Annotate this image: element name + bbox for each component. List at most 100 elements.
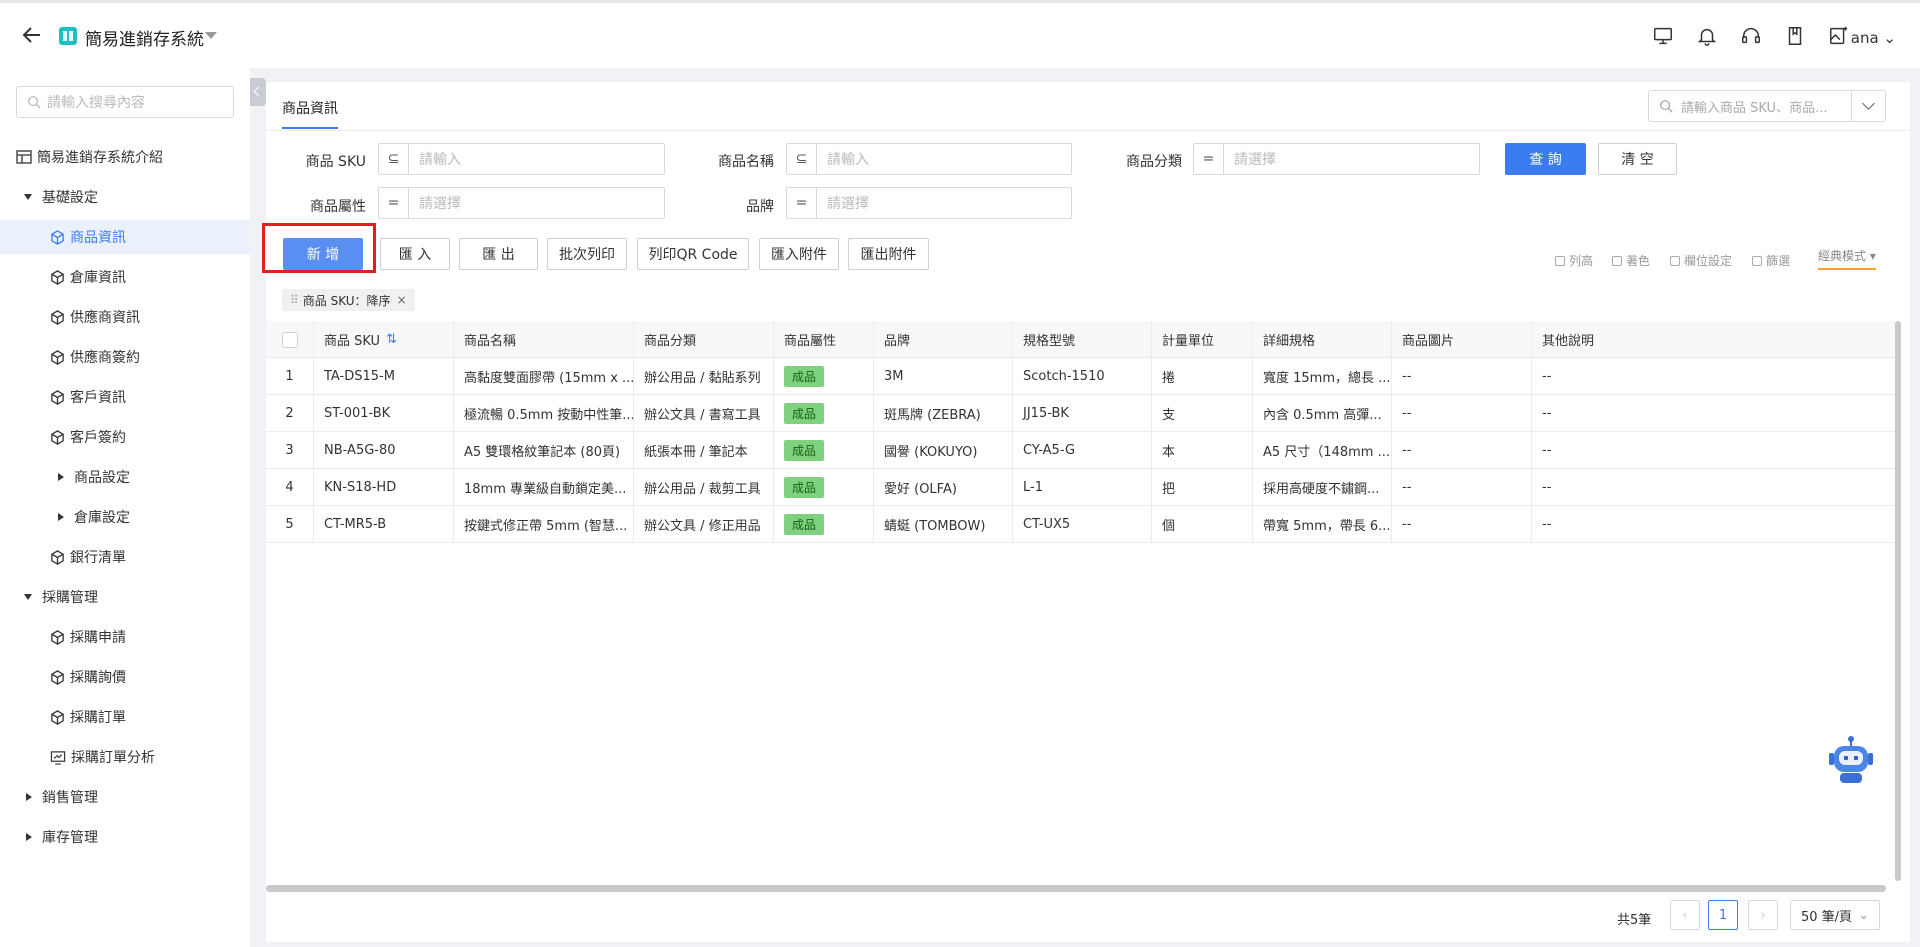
column-header-brand[interactable]: 品牌 — [874, 321, 1013, 358]
cell-image: -- — [1392, 469, 1532, 506]
sidebar-group-sales[interactable]: 銷售管理 — [0, 780, 250, 814]
sidebar-item-label: 銀行清單 — [70, 550, 126, 566]
sort-tag-label: 商品 SKU：降序 — [302, 293, 391, 308]
cube-icon — [51, 709, 64, 725]
cell-unit: 支 — [1152, 395, 1253, 432]
select-all-checkbox[interactable] — [281, 331, 298, 348]
column-header-unit[interactable]: 計量單位 — [1152, 321, 1253, 358]
table-row[interactable]: 3 NB-A5G-80 A5 雙環格紋筆記本 (80頁) 紙張本冊 / 筆記本 成品 國譽… — [266, 432, 1898, 469]
clear-button[interactable]: 清 空 — [1598, 143, 1677, 175]
sidebar-item-purchase-order[interactable]: 採購訂單 — [0, 700, 250, 734]
column-header-model[interactable]: 規格型號 — [1013, 321, 1152, 358]
sidebar-group-purchase[interactable]: 採購管理 — [0, 580, 250, 614]
query-button[interactable]: 查 詢 — [1505, 143, 1586, 175]
sidebar-item-supplier-contract[interactable]: 供應商簽約 — [0, 340, 250, 374]
sort-tag[interactable]: ⠿ 商品 SKU：降序 × — [282, 289, 415, 311]
sidebar-group-basic[interactable]: 基礎設定 — [0, 180, 250, 214]
sidebar-item-purchase-request[interactable]: 採購申請 — [0, 620, 250, 654]
sidebar-item-label: 商品資訊 — [70, 230, 126, 246]
sidebar-group-product-settings[interactable]: 商品設定 — [0, 460, 250, 494]
prev-page-button[interactable]: ‹ — [1670, 900, 1700, 930]
operator-equals[interactable]: = — [1194, 144, 1224, 174]
filter-brand-placeholder: 請選擇 — [827, 196, 869, 212]
image-add-icon[interactable] — [1828, 25, 1850, 47]
column-header-sku[interactable]: 商品 SKU ⇅ — [314, 321, 454, 358]
table-row[interactable]: 5 CT-MR5-B 按鍵式修正帶 5mm (智慧... 辦公文具 / 修正用品 成品 蜻… — [266, 506, 1898, 543]
table-row[interactable]: 4 KN-S18-HD 18mm 專業級自動鎖定美... 辦公用品 / 裁剪工具 成品 愛… — [266, 469, 1898, 506]
operator-contains[interactable]: ⊆ — [787, 144, 817, 174]
cell-brand: 3M — [874, 358, 1013, 395]
table-row[interactable]: 1 TA-DS15-M 高黏度雙面膠帶 (15mm x ... 辦公用品 / 黏貼系列… — [266, 358, 1898, 395]
sidebar-search-input[interactable]: 請輸入搜尋內容 — [16, 86, 234, 118]
table-row[interactable]: 2 ST-001-BK 極流暢 0.5mm 按動中性筆... 辦公文具 / 書寫工具成… — [266, 395, 1898, 432]
monitor-icon[interactable] — [1652, 25, 1674, 47]
sidebar-item-purchase-inquiry[interactable]: 採購詢價 — [0, 660, 250, 694]
column-header-spec[interactable]: 詳細規格 — [1253, 321, 1392, 358]
next-page-button[interactable]: › — [1748, 900, 1778, 930]
color-tool[interactable]: 著色 — [1612, 252, 1650, 269]
headset-icon[interactable] — [1740, 25, 1762, 47]
sidebar-item-warehouse-info[interactable]: 倉庫資訊 — [0, 260, 250, 294]
operator-equals[interactable]: = — [379, 188, 409, 218]
filter-sku-input[interactable]: ⊆ 請輸入 — [378, 143, 665, 175]
export-attachment-button[interactable]: 匯出附件 — [848, 238, 929, 270]
column-header-attr[interactable]: 商品屬性 — [774, 321, 874, 358]
bell-icon[interactable] — [1696, 25, 1718, 47]
sidebar-item-label: 供應商簽約 — [70, 350, 140, 366]
sort-desc-icon[interactable]: ⇅ — [386, 332, 397, 347]
search-icon — [28, 96, 41, 109]
back-arrow-icon[interactable] — [20, 23, 44, 47]
filter-attr-select[interactable]: = 請選擇 — [378, 187, 665, 219]
row-number-cell: 3 — [266, 432, 314, 469]
filter-tool[interactable]: 篩選 — [1752, 252, 1790, 269]
page-button-current[interactable]: 1 — [1708, 900, 1738, 930]
filter-category-select[interactable]: = 請選擇 — [1193, 143, 1480, 175]
batch-print-button[interactable]: 批次列印 — [547, 238, 627, 270]
column-header-image[interactable]: 商品圖片 — [1392, 321, 1532, 358]
page-size-select[interactable]: 50 筆/頁 ⌄ — [1790, 900, 1880, 930]
sidebar-item-product-info[interactable]: 商品資訊 — [0, 220, 250, 254]
sidebar-item-customer-info[interactable]: 客戶資訊 — [0, 380, 250, 414]
sidebar-item-purchase-analysis[interactable]: 採購訂單分析 — [0, 740, 250, 774]
sidebar-group-warehouse-settings[interactable]: 倉庫設定 — [0, 500, 250, 534]
cube-icon — [51, 549, 64, 565]
column-header-category[interactable]: 商品分類 — [634, 321, 774, 358]
sidebar-group-inventory[interactable]: 庫存管理 — [0, 820, 250, 854]
operator-equals[interactable]: = — [787, 188, 817, 218]
cell-note: -- — [1542, 480, 1552, 495]
column-header-note[interactable]: 其他說明 — [1532, 321, 1898, 358]
sidebar-collapse-button[interactable] — [250, 78, 266, 106]
book-icon[interactable] — [1784, 25, 1806, 47]
filter-name-input[interactable]: ⊆ 請輸入 — [786, 143, 1072, 175]
sidebar-item-supplier-info[interactable]: 供應商資訊 — [0, 300, 250, 334]
chevron-down-icon[interactable] — [205, 32, 217, 39]
cell-unit: 把 — [1152, 469, 1253, 506]
operator-contains[interactable]: ⊆ — [379, 144, 409, 174]
print-qr-button[interactable]: 列印QR Code — [637, 238, 749, 270]
cube-icon — [51, 629, 64, 645]
robot-assistant-icon[interactable] — [1826, 735, 1876, 787]
chevron-down-icon[interactable] — [1851, 91, 1885, 121]
export-button[interactable]: 匯 出 — [459, 238, 538, 270]
cell-brand: 愛好 (OLFA) — [874, 469, 1013, 506]
close-icon[interactable]: × — [397, 293, 407, 307]
user-menu[interactable]: ana ⌄ — [1851, 29, 1896, 47]
app-title[interactable]: 簡易進銷存系統 — [85, 25, 204, 50]
global-search-input[interactable]: 請輸入商品 SKU、商品... — [1648, 90, 1886, 122]
column-header-name[interactable]: 商品名稱 — [454, 321, 634, 358]
sidebar-item-intro[interactable]: 簡易進銷存系統介紹 — [0, 140, 250, 174]
sidebar-item-customer-contract[interactable]: 客戶簽約 — [0, 420, 250, 454]
caret-right-icon — [58, 513, 64, 521]
filter-brand-select[interactable]: = 請選擇 — [786, 187, 1072, 219]
tab-product-info[interactable]: 商品資訊 — [282, 98, 338, 129]
import-button[interactable]: 匯 入 — [380, 238, 450, 270]
view-mode-select[interactable]: 經典模式 ▾ — [1818, 247, 1876, 270]
view-mode-label: 經典模式 — [1818, 249, 1867, 263]
import-attachment-button[interactable]: 匯入附件 — [759, 238, 839, 270]
gear-icon — [1670, 255, 1680, 266]
column-settings-tool[interactable]: 欄位設定 — [1670, 252, 1732, 269]
sidebar-item-bank-list[interactable]: 銀行清單 — [0, 540, 250, 574]
vertical-scrollbar[interactable] — [1895, 321, 1901, 881]
row-height-tool[interactable]: 列高 — [1555, 252, 1593, 269]
horizontal-scrollbar[interactable] — [266, 885, 1886, 892]
